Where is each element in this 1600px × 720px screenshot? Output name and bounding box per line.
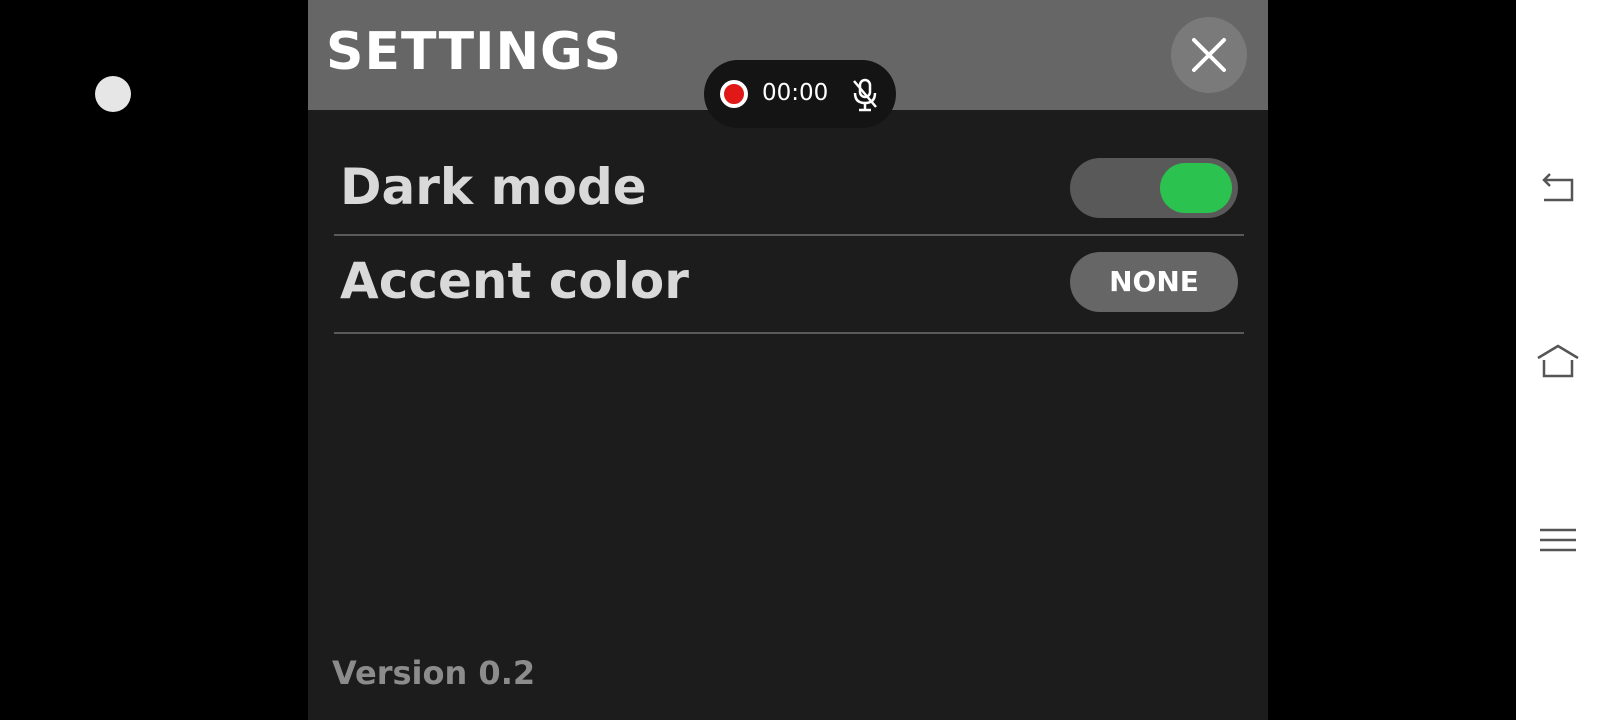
accent-color-label: Accent color bbox=[340, 252, 689, 310]
back-icon[interactable] bbox=[1530, 162, 1586, 218]
accent-color-button[interactable]: NONE bbox=[1070, 252, 1238, 312]
home-icon[interactable] bbox=[1530, 334, 1586, 390]
mic-muted-icon[interactable] bbox=[850, 77, 880, 113]
settings-title: SETTINGS bbox=[326, 22, 623, 82]
screen-recorder-pill[interactable]: 00:00 bbox=[704, 60, 896, 128]
dark-mode-label: Dark mode bbox=[340, 158, 647, 216]
menu-icon[interactable] bbox=[1530, 512, 1586, 568]
toggle-knob bbox=[1160, 163, 1232, 213]
system-navbar bbox=[1516, 0, 1600, 720]
dark-mode-toggle[interactable] bbox=[1070, 158, 1238, 218]
recording-time: 00:00 bbox=[762, 80, 829, 106]
close-button[interactable] bbox=[1171, 17, 1247, 93]
record-icon[interactable] bbox=[720, 80, 748, 108]
close-icon bbox=[1192, 38, 1226, 72]
version-label: Version 0.2 bbox=[332, 654, 536, 692]
floating-dot[interactable] bbox=[95, 76, 131, 112]
accent-color-row: Accent color NONE bbox=[334, 236, 1244, 334]
dark-mode-row: Dark mode bbox=[334, 150, 1244, 236]
